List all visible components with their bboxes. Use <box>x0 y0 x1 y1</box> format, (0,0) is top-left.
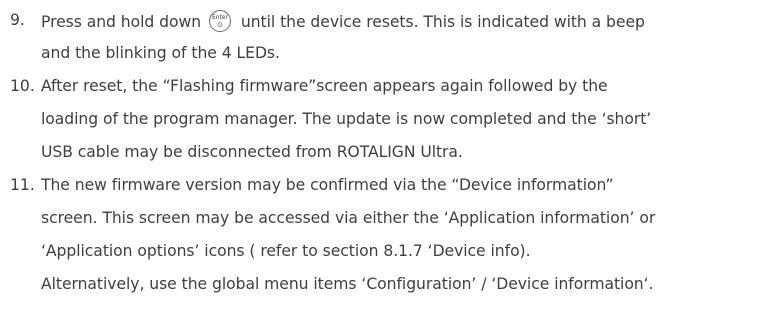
step-10-line-3: USB cable may be disconnected from ROTAL… <box>41 143 463 161</box>
step-9-line-2: and the blinking of the 4 LEDs. <box>41 44 280 62</box>
step-11-line-4: Alternatively, use the global menu items… <box>41 275 654 293</box>
step-11-line-1: The new firmware version may be confirme… <box>41 176 614 194</box>
step-11-line-3: ‘Application options’ icons ( refer to s… <box>41 242 531 260</box>
step-number: 11. <box>10 176 35 194</box>
step-11-line-2: screen. This screen may be accessed via … <box>41 209 656 227</box>
step-10-line-2: loading of the program manager. The upda… <box>41 110 652 128</box>
step-10-line-1: After reset, the “Flashing firmware”scre… <box>41 77 608 95</box>
step-text: Press and hold down <box>41 13 202 31</box>
enter-key-icon: Enter ⊙ <box>208 10 231 32</box>
instruction-document: 9. Press and hold down Enter ⊙ until the… <box>0 0 761 311</box>
enter-key-label: Enter <box>212 14 228 21</box>
step-9-line-1: Press and hold down Enter ⊙ until the de… <box>41 10 645 32</box>
step-text: until the device resets. This is indicat… <box>240 13 645 31</box>
step-number: 9. <box>10 11 25 29</box>
power-symbol-icon: ⊙ <box>217 21 223 29</box>
step-number: 10. <box>10 77 35 95</box>
